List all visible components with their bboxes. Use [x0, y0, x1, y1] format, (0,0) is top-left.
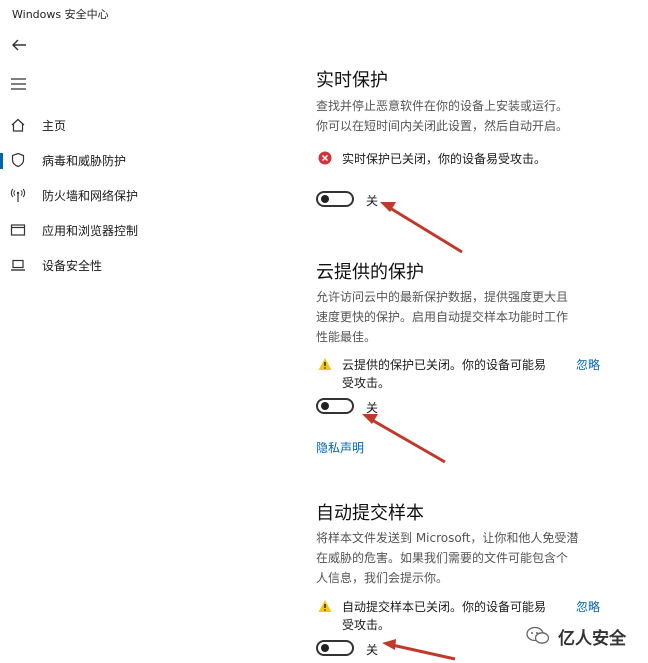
sidebar-item-firewall[interactable]: 防火墙和网络保护	[0, 178, 250, 213]
watermark-text: 亿人安全	[558, 628, 626, 649]
status-line: 受攻击。	[342, 376, 391, 390]
home-icon	[11, 118, 25, 132]
back-arrow-icon	[12, 39, 26, 51]
sidebar-item-label: 设备安全性	[42, 259, 103, 273]
cloud-protection-title: 云提供的保护	[316, 262, 424, 283]
toggle-state-label: 关	[366, 643, 379, 657]
browser-window-icon	[10, 224, 26, 236]
sample-submission-toggle[interactable]	[316, 640, 354, 656]
watermark: 亿人安全	[526, 624, 626, 649]
laptop-icon	[11, 259, 25, 271]
sidebar: 主页 病毒和威胁防护 防火墙和网络保护 应用和浏览器控制 设备安全性	[0, 108, 250, 283]
sidebar-item-label: 主页	[42, 119, 67, 133]
sidebar-item-home[interactable]: 主页	[0, 108, 250, 143]
sample-submission-description: 将样本文件发送到 Microsoft，让你和他人免受潜 在威胁的危害。如果我们需…	[316, 528, 606, 588]
warning-icon	[318, 358, 332, 370]
description-line: 查找并停止恶意软件在你的设备上安装或运行。	[316, 99, 569, 113]
description-line: 在威胁的危害。如果我们需要的文件可能包含个	[316, 551, 569, 565]
sidebar-item-app-browser-control[interactable]: 应用和浏览器控制	[0, 213, 250, 248]
description-line: 速度更快的保护。启用自动提交样本功能时工作	[316, 310, 569, 324]
back-button[interactable]	[10, 36, 28, 54]
toggle-knob	[321, 644, 329, 652]
cloud-protection-description: 允许访问云中的最新保护数据，提供强度更大且 速度更快的保护。启用自动提交样本功能…	[316, 287, 606, 347]
sample-submission-title: 自动提交样本	[316, 503, 424, 524]
sidebar-item-virus-protection[interactable]: 病毒和威胁防护	[0, 143, 250, 178]
shield-icon	[11, 152, 25, 168]
antenna-icon	[10, 188, 26, 202]
status-line: 云提供的保护已关闭。你的设备可能易	[342, 358, 547, 372]
realtime-protection-toggle[interactable]	[316, 191, 354, 207]
ignore-link[interactable]: 忽略	[576, 598, 600, 616]
sidebar-item-label: 应用和浏览器控制	[42, 224, 139, 238]
sidebar-item-label: 病毒和威胁防护	[42, 154, 127, 168]
menu-button[interactable]	[10, 76, 28, 90]
toggle-knob	[321, 195, 329, 203]
hamburger-icon	[11, 78, 26, 90]
wechat-icon	[526, 626, 550, 644]
status-line: 自动提交样本已关闭。你的设备可能易	[342, 600, 547, 614]
privacy-statement-link[interactable]: 隐私声明	[316, 439, 364, 456]
description-line: 人信息，我们会提示你。	[316, 571, 449, 585]
realtime-protection-title: 实时保护	[316, 70, 388, 91]
description-line: 将样本文件发送到 Microsoft，让你和他人免受潜	[316, 531, 579, 545]
description-line: 你可以在短时间内关闭此设置，然后自动开启。	[316, 119, 569, 133]
status-text: 云提供的保护已关闭。你的设备可能易 受攻击。	[342, 356, 572, 392]
sidebar-item-device-security[interactable]: 设备安全性	[0, 248, 250, 283]
status-text: 实时保护已关闭，你的设备易受攻击。	[342, 152, 547, 166]
annotation-arrow	[382, 639, 456, 661]
sidebar-item-label: 防火墙和网络保护	[42, 189, 139, 203]
ignore-link[interactable]: 忽略	[576, 356, 600, 374]
toggle-state-label: 关	[366, 401, 379, 415]
warning-icon	[318, 600, 332, 612]
window-title: Windows 安全中心	[12, 8, 109, 21]
cloud-status: 云提供的保护已关闭。你的设备可能易 受攻击。 忽略	[316, 356, 616, 392]
annotation-arrow	[362, 414, 446, 464]
cloud-protection-toggle[interactable]	[316, 398, 354, 414]
toggle-state-label: 关	[366, 194, 379, 208]
annotation-arrow	[380, 202, 463, 254]
description-line: 性能最佳。	[316, 330, 377, 344]
realtime-protection-description: 查找并停止恶意软件在你的设备上安装或运行。 你可以在短时间内关闭此设置，然后自动…	[316, 96, 606, 136]
error-icon	[318, 151, 332, 165]
description-line: 允许访问云中的最新保护数据，提供强度更大且	[316, 290, 569, 304]
toggle-knob	[321, 402, 329, 410]
